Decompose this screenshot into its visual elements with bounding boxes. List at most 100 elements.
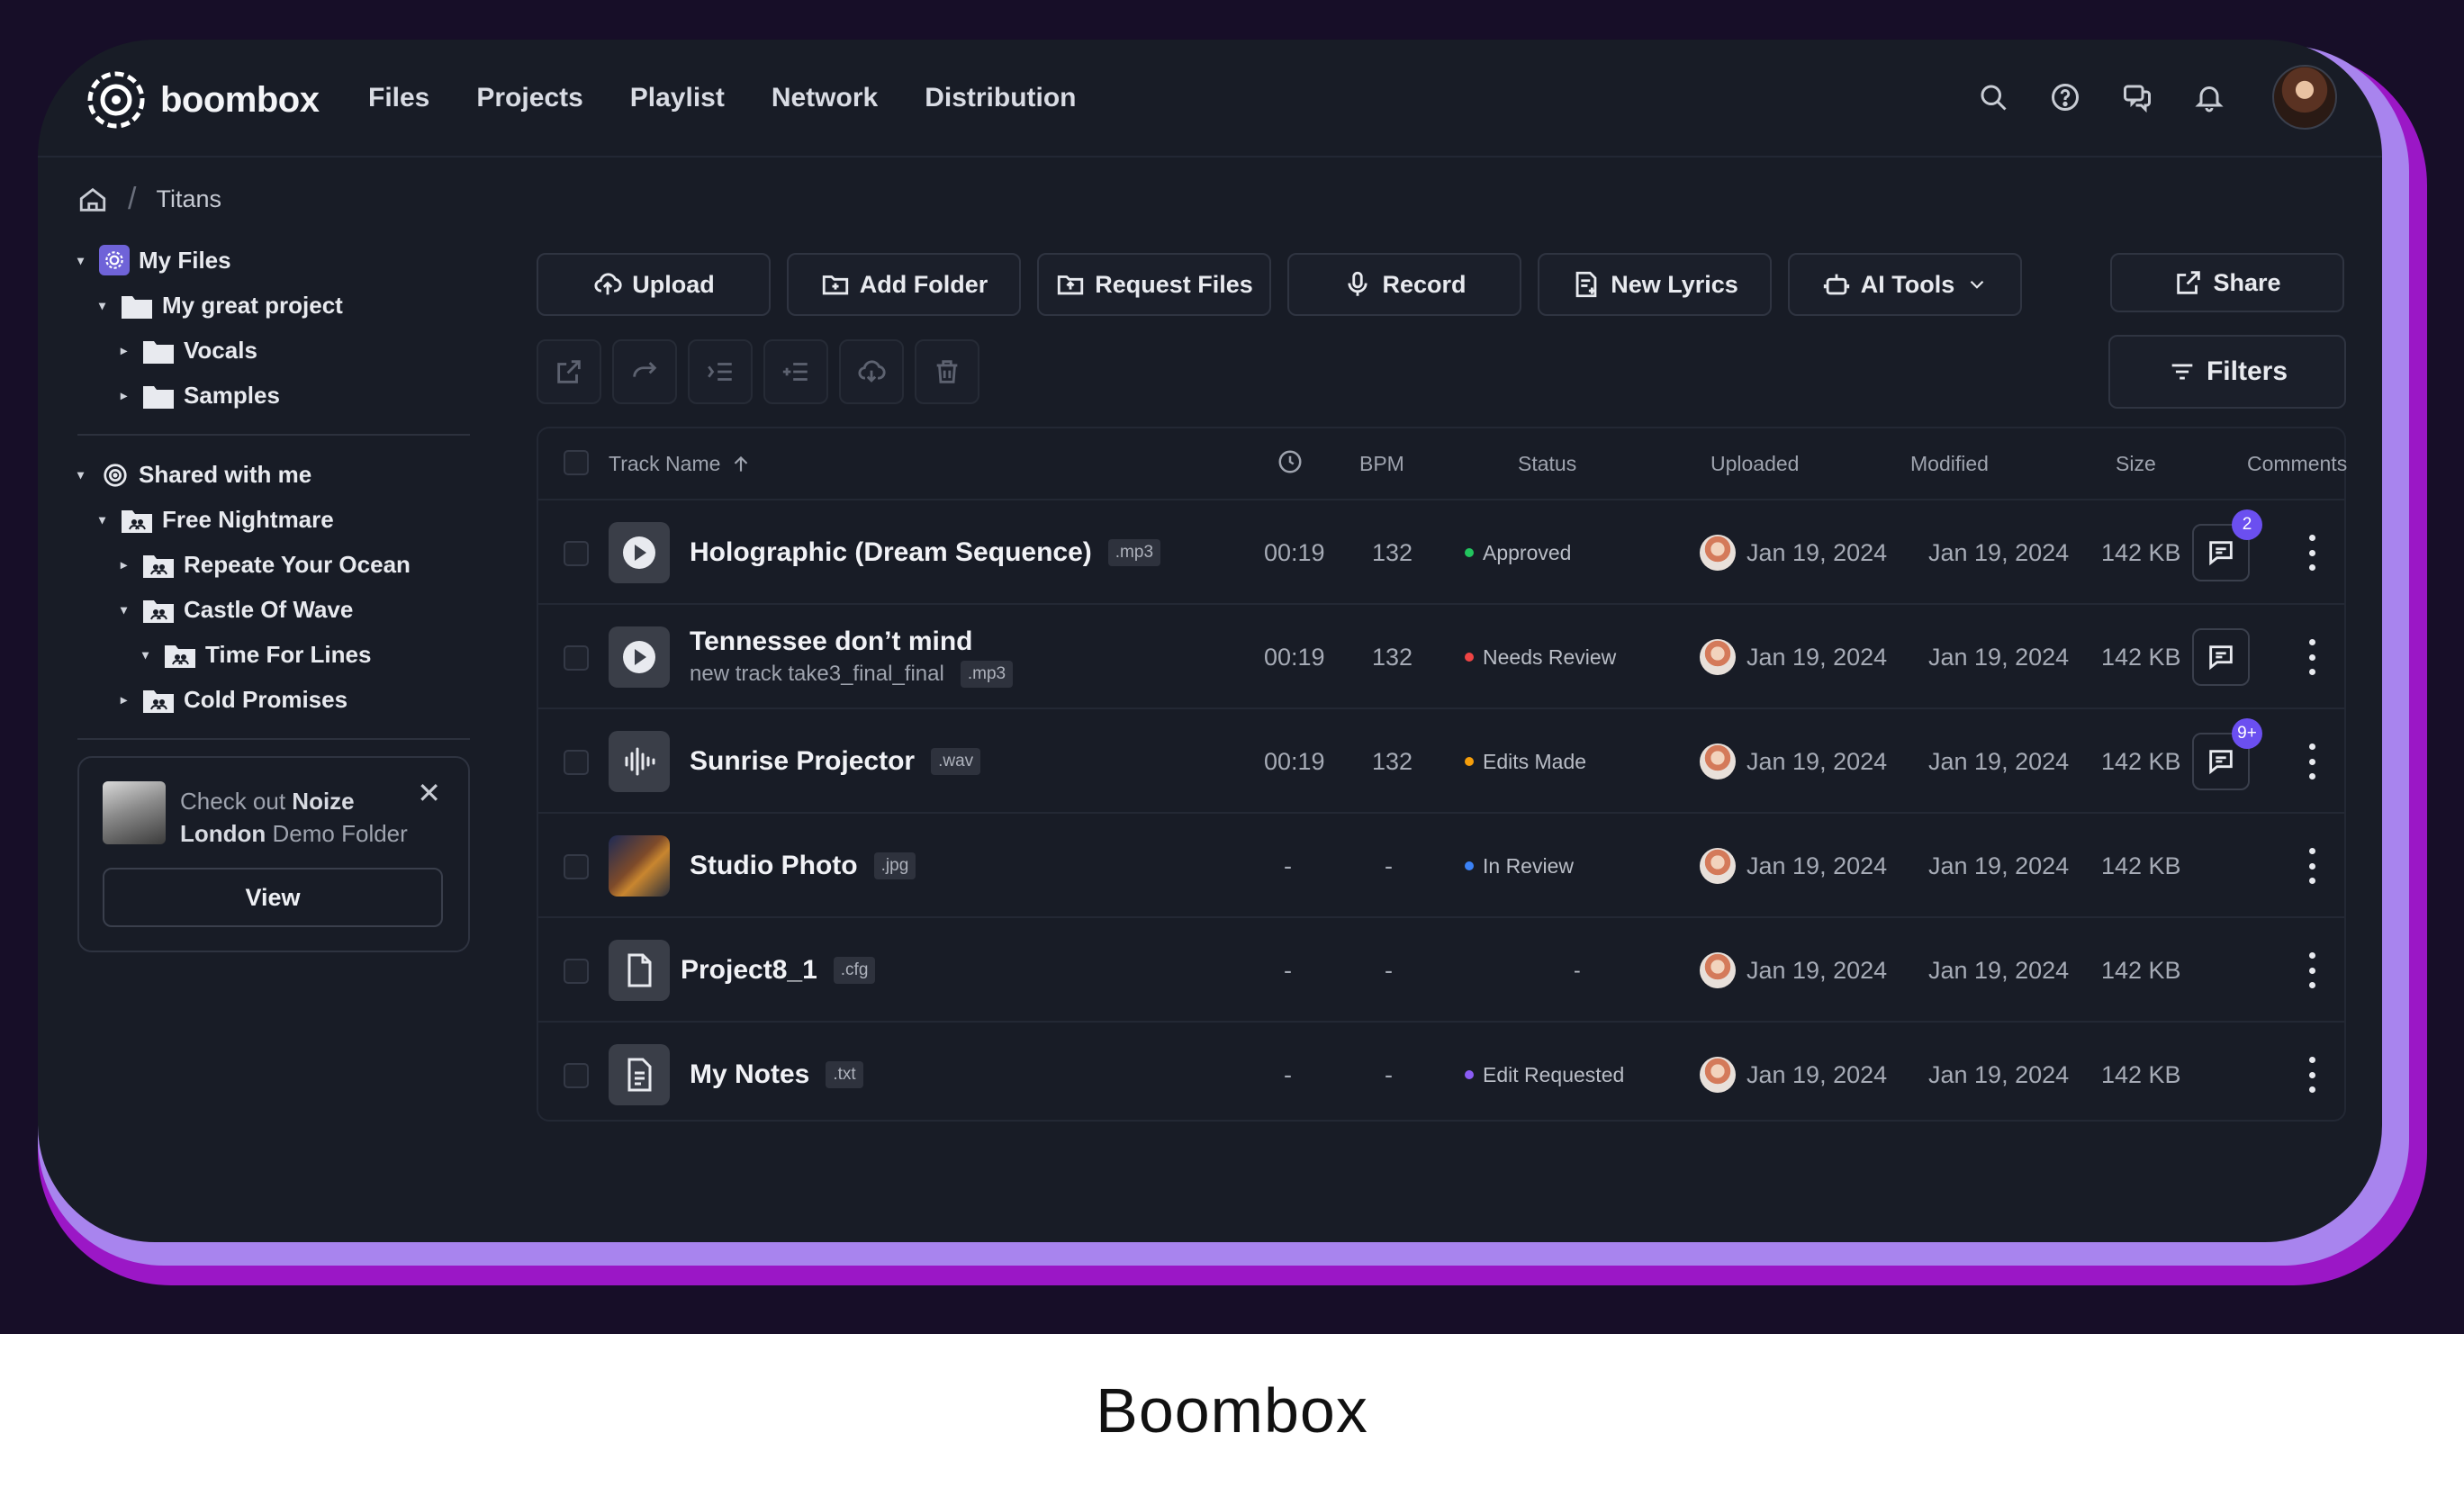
more-options-icon[interactable] [2303,535,2321,571]
more-options-icon[interactable] [2303,952,2321,988]
bell-icon[interactable] [2189,77,2229,117]
tree-item[interactable]: ▸ Vocals [77,328,470,373]
table-row[interactable]: Project8_1 .cfg - - - Jan 19, 2024 Jan 19, 202… [538,918,2344,1023]
table-row[interactable]: Studio Photo .jpg - - In Review Jan 19, 2024 J… [538,814,2344,918]
header-modified[interactable]: Modified [1910,452,1989,476]
play-icon[interactable] [609,626,670,688]
filters-button[interactable]: Filters [2108,335,2346,409]
close-icon[interactable]: ✕ [417,776,441,810]
app-logo[interactable]: boombox [86,70,320,130]
header-size[interactable]: Size [2116,452,2156,476]
user-avatar[interactable] [2272,65,2337,130]
more-options-icon[interactable] [2303,1057,2321,1093]
header-track-name[interactable]: Track Name [609,452,753,476]
uploaded-date: Jan 19, 2024 [1746,852,1888,879]
more-options-icon[interactable] [2303,848,2321,884]
table-row[interactable]: Sunrise Projector .wav 00:19 132 Edits Made J… [538,709,2344,814]
table-row[interactable]: My Notes .txt - - Edit Requested Jan 19, 2024… [538,1023,2344,1127]
tree-my-files[interactable]: ▾ My Files [77,238,470,283]
header-bpm[interactable]: BPM [1359,452,1404,476]
comments-button[interactable] [2192,628,2250,686]
ai-tools-dropdown[interactable]: AI Tools [1788,253,2022,316]
upload-button[interactable]: Upload [537,253,771,316]
boombox-logo-icon [87,71,145,129]
add-to-list-icon[interactable] [763,339,828,404]
add-folder-button[interactable]: Add Folder [787,253,1021,316]
table-row[interactable]: Tennessee don’t mind new track take3_fina… [538,605,2344,709]
folder-request-icon [1058,275,1084,295]
share-button[interactable]: Share [2110,253,2344,312]
chevron-down-icon[interactable]: ▾ [77,253,92,268]
cloud-download-icon[interactable] [839,339,904,404]
breadcrumb-current[interactable]: Titans [156,185,221,213]
record-button[interactable]: Record [1287,253,1521,316]
help-icon[interactable] [2045,77,2085,117]
row-checkbox[interactable] [564,750,589,775]
forward-icon[interactable] [612,339,677,404]
uploader-avatar[interactable] [1700,952,1736,988]
comments-button[interactable]: 9+ [2192,718,2262,790]
track-name[interactable]: My Notes [690,1059,809,1090]
uploader-avatar[interactable] [1700,639,1736,675]
row-checkbox[interactable] [564,645,589,671]
track-name[interactable]: Tennessee don’t mind [690,626,1013,657]
tree-item[interactable]: ▾ Time For Lines [77,632,470,677]
tree-item[interactable]: ▸ Repeate Your Ocean [77,542,470,587]
header-comments[interactable]: Comments [2247,452,2347,476]
tree-item[interactable]: ▸ Samples [77,373,470,418]
home-icon[interactable] [77,185,108,215]
trash-icon[interactable] [915,339,979,404]
table-row[interactable]: Holographic (Dream Sequence) .mp3 00:19 132… [538,500,2344,605]
open-external-icon[interactable] [537,339,601,404]
chevron-right-icon[interactable]: ▸ [121,388,135,403]
tree-item[interactable]: ▸ Cold Promises [77,677,470,722]
chevron-right-icon[interactable]: ▸ [121,343,135,358]
view-button[interactable]: View [103,868,443,927]
nav-projects[interactable]: Projects [476,83,582,113]
track-name[interactable]: Studio Photo [690,851,858,881]
bpm-cell: - [1385,956,1393,984]
chevron-down-icon[interactable]: ▾ [142,647,157,662]
uploader-avatar[interactable] [1700,744,1736,780]
more-options-icon[interactable] [2303,744,2321,780]
add-folder-label: Add Folder [859,270,988,298]
nav-network[interactable]: Network [772,83,878,113]
select-all-checkbox[interactable] [564,450,589,475]
uploader-avatar[interactable] [1700,848,1736,884]
cloud-upload-icon [594,273,622,295]
track-name[interactable]: Project8_1 [681,955,817,986]
chevron-down-icon[interactable]: ▾ [99,298,113,313]
tree-item[interactable]: ▾ Free Nightmare [77,497,470,542]
chevron-down-icon[interactable]: ▾ [77,467,92,482]
row-checkbox[interactable] [564,541,589,566]
tree-item[interactable]: ▾ Castle Of Wave [77,587,470,632]
row-checkbox[interactable] [564,854,589,879]
comments-button[interactable]: 2 [2192,509,2262,581]
track-name[interactable]: Sunrise Projector [690,746,915,777]
chevron-down-icon[interactable]: ▾ [121,602,135,617]
chevron-right-icon[interactable]: ▸ [121,557,135,572]
nav-files[interactable]: Files [368,83,429,113]
chevron-right-icon[interactable]: ▸ [121,692,135,707]
header-status[interactable]: Status [1518,452,1576,476]
uploader-avatar[interactable] [1700,1057,1736,1093]
search-icon[interactable] [1973,77,2013,117]
tree-item[interactable]: ▾ My great project [77,283,470,328]
nav-distribution[interactable]: Distribution [925,83,1076,113]
nav-playlist[interactable]: Playlist [630,83,725,113]
row-checkbox[interactable] [564,1063,589,1088]
status-label: Edit Requested [1483,1062,1625,1086]
track-name[interactable]: Holographic (Dream Sequence) [690,537,1092,568]
new-lyrics-button[interactable]: New Lyrics [1538,253,1772,316]
indent-icon[interactable] [688,339,753,404]
more-options-icon[interactable] [2303,639,2321,675]
clock-icon[interactable] [1277,448,1304,481]
row-checkbox[interactable] [564,959,589,984]
chat-icon[interactable] [2117,77,2157,117]
uploader-avatar[interactable] [1700,535,1736,571]
header-uploaded[interactable]: Uploaded [1710,452,1799,476]
play-icon[interactable] [609,522,670,583]
request-files-button[interactable]: Request Files [1037,253,1271,316]
chevron-down-icon[interactable]: ▾ [99,512,113,527]
tree-shared-with-me[interactable]: ▾ Shared with me [77,452,470,497]
